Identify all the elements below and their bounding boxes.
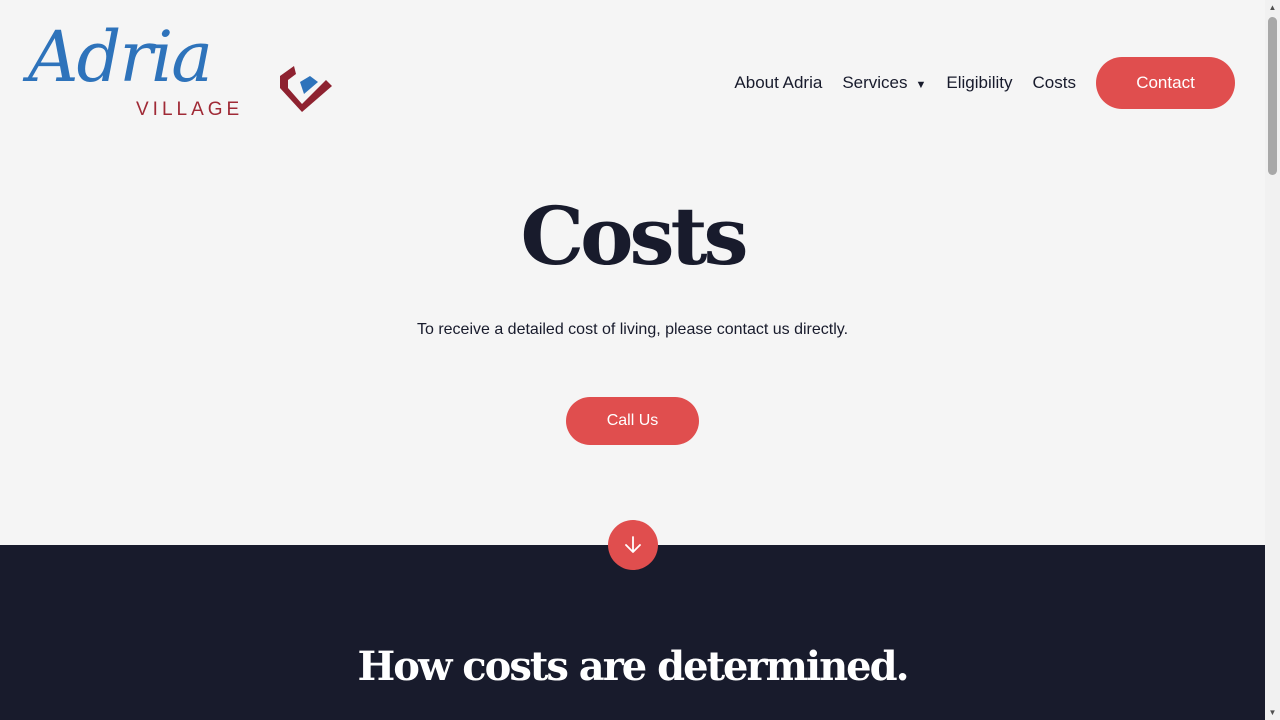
caret-down-icon: ▼ [915, 78, 927, 91]
nav-item-label: About Adria [734, 73, 823, 92]
scroll-down-arrow-icon[interactable]: ▼ [1265, 705, 1280, 720]
vertical-scrollbar[interactable]: ▲ ▼ [1265, 0, 1280, 720]
hero-text: To receive a detailed cost of living, pl… [416, 321, 849, 338]
nav-item-label: Costs [1032, 73, 1076, 92]
main-nav: About Adria Services ▼ Eligibility Costs… [734, 57, 1235, 109]
logo[interactable]: Adria VILLAGE [28, 22, 338, 128]
nav-item-costs[interactable]: Costs [1033, 73, 1076, 93]
scroll-down-button[interactable] [608, 520, 658, 570]
nav-item-about-adria[interactable]: About Adria [734, 73, 822, 93]
nav-item-eligibility[interactable]: Eligibility [946, 73, 1012, 93]
logo-sub-text: VILLAGE [136, 99, 244, 120]
heart-chevron-icon [280, 66, 332, 112]
nav-item-services[interactable]: Services ▼ [842, 73, 926, 93]
nav-item-label: Services [842, 73, 908, 92]
section-title: How costs are determined. [357, 643, 909, 690]
page-title: Costs [520, 189, 748, 283]
scrollbar-thumb[interactable] [1268, 17, 1277, 175]
nav-item-label: Eligibility [946, 73, 1013, 92]
site-header: Adria VILLAGE About Adria Services ▼ Eli… [0, 0, 1265, 165]
logo-script-text: Adria [28, 16, 213, 98]
call-us-button[interactable]: Call Us [566, 397, 699, 445]
scroll-up-arrow-icon[interactable]: ▲ [1265, 0, 1280, 15]
page: Adria VILLAGE About Adria Services ▼ Eli… [0, 0, 1265, 720]
dark-section: How costs are determined. [0, 545, 1265, 720]
contact-button[interactable]: Contact [1096, 57, 1235, 109]
arrow-down-icon [625, 536, 641, 553]
